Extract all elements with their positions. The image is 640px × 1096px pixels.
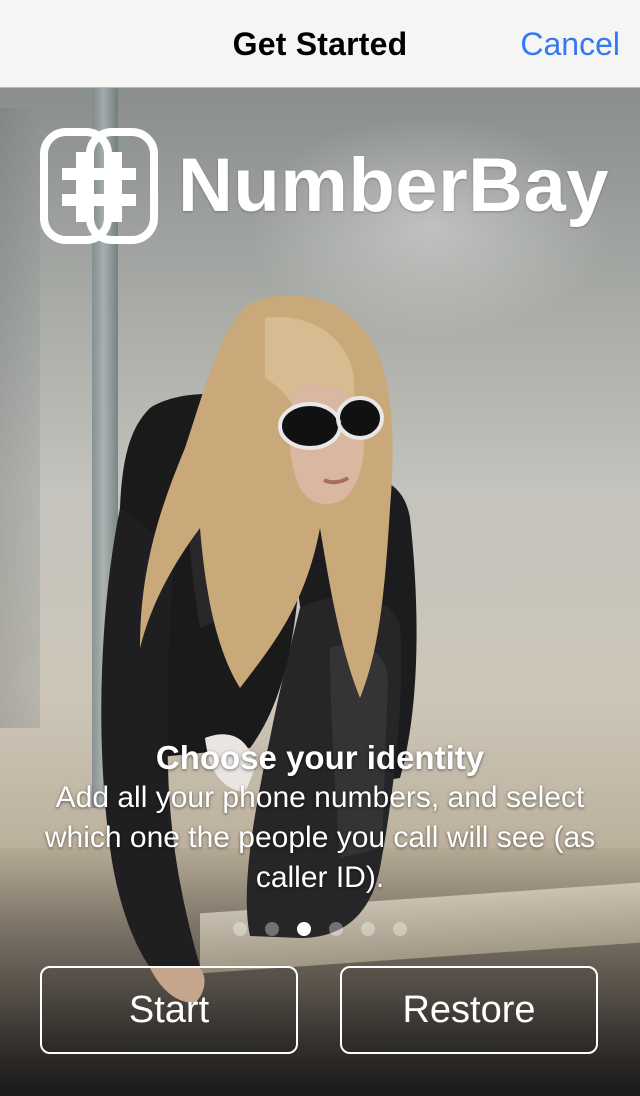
brand-name: NumberBay — [178, 143, 610, 228]
page-dot[interactable] — [329, 922, 343, 936]
page-dot-active[interactable] — [297, 922, 311, 936]
page-dot[interactable] — [265, 922, 279, 936]
page-dot[interactable] — [361, 922, 375, 936]
page-dot[interactable] — [233, 922, 247, 936]
onboarding-caption: Choose your identity Add all your phone … — [20, 738, 620, 898]
onboarding-description: Add all your phone numbers, and select w… — [44, 781, 596, 894]
restore-button[interactable]: Restore — [340, 966, 598, 1054]
page-indicator[interactable] — [0, 922, 640, 936]
cancel-button[interactable]: Cancel — [520, 26, 620, 63]
onboarding-title: Choose your identity — [155, 739, 485, 776]
numberbay-hash-logo-icon — [40, 128, 158, 244]
start-button[interactable]: Start — [40, 966, 298, 1054]
navigation-bar: Get Started Cancel — [0, 0, 640, 88]
page-dot[interactable] — [393, 922, 407, 936]
onboarding-screen: Get Started Cancel NumberBay Choose your… — [0, 0, 640, 1096]
brand-logo: NumberBay — [40, 128, 609, 244]
